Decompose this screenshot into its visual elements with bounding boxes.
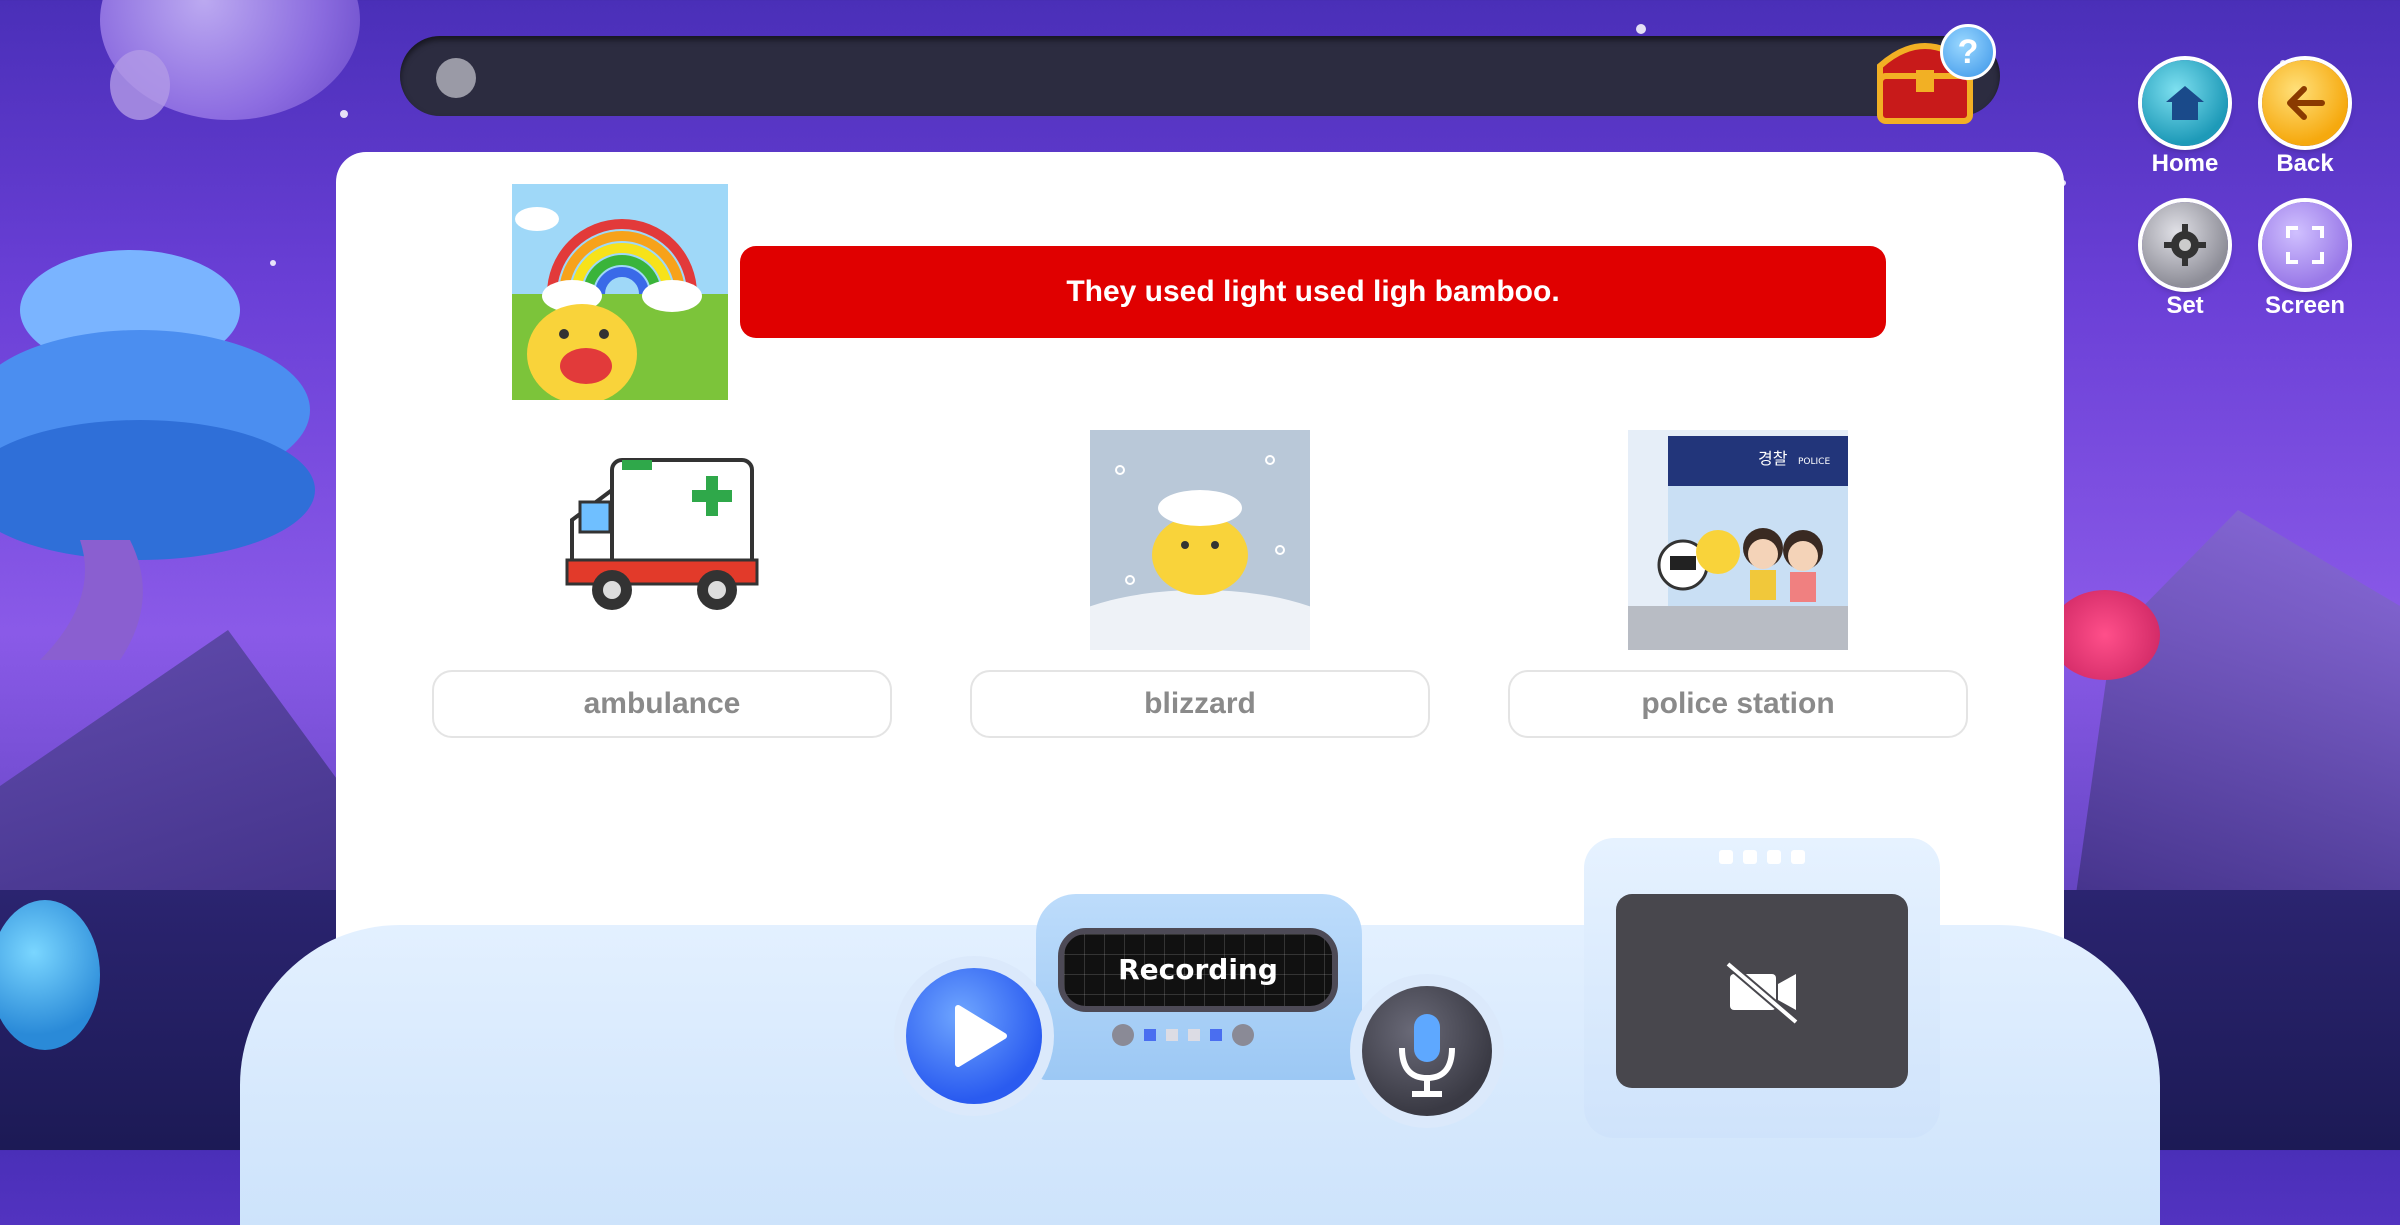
settings-button[interactable]: Set — [2140, 202, 2230, 320]
settings-label: Set — [2166, 292, 2204, 319]
option-blizzard[interactable]: blizzard — [970, 430, 1430, 738]
question-image — [512, 184, 728, 400]
fullscreen-label: Screen — [2264, 292, 2346, 319]
microphone-icon — [1399, 1014, 1455, 1097]
pager-knob-left — [1112, 1024, 1134, 1046]
plant-decoration — [2050, 590, 2160, 680]
option-ambulance[interactable]: ambulance — [432, 430, 892, 738]
pager-step — [1210, 1029, 1222, 1041]
progress-bar — [400, 36, 2000, 116]
pager-step — [1144, 1029, 1156, 1041]
home-button[interactable]: Home — [2140, 60, 2230, 178]
step-pager — [1112, 1024, 1254, 1046]
ambulance-image — [552, 430, 772, 650]
option-label[interactable]: blizzard — [970, 670, 1430, 738]
option-police-station[interactable]: 경찰 POLICE police station — [1508, 430, 1968, 738]
gear-icon — [2142, 202, 2228, 288]
play-button[interactable] — [906, 968, 1042, 1104]
option-label[interactable]: police station — [1508, 670, 1968, 738]
play-icon — [955, 1005, 1007, 1067]
back-label: Back — [2276, 150, 2334, 177]
back-arrow-icon — [2262, 60, 2348, 146]
mushroom-house-decoration — [0, 250, 315, 660]
star — [1636, 24, 1646, 34]
pager-knob-right — [1232, 1024, 1254, 1046]
sentence-banner: They used light used ligh bamboo. — [740, 246, 1886, 338]
moon-decoration — [110, 50, 170, 120]
camera-panel — [1584, 838, 1940, 1138]
pager-step — [1166, 1029, 1178, 1041]
police-sign-subtext: POLICE — [1798, 457, 1830, 467]
status-display: Recording — [1058, 928, 1338, 1012]
fullscreen-icon — [2262, 202, 2348, 288]
home-label: Home — [2151, 150, 2219, 177]
camera-off-icon — [1725, 960, 1799, 1026]
back-button[interactable]: Back — [2260, 60, 2350, 178]
home-icon — [2142, 60, 2228, 146]
camera-preview[interactable] — [1616, 894, 1908, 1088]
fullscreen-button[interactable]: Screen — [2260, 202, 2350, 320]
help-icon[interactable]: ? — [1940, 24, 1996, 80]
police-sign-text: 경찰 — [1758, 449, 1788, 468]
blizzard-image — [1090, 430, 1310, 650]
progress-indicator — [436, 58, 476, 98]
police-station-image: 경찰 POLICE — [1628, 430, 1848, 650]
star — [340, 110, 348, 118]
status-text: Recording — [1064, 934, 1332, 1006]
pager-step — [1188, 1029, 1200, 1041]
record-button[interactable] — [1362, 986, 1492, 1116]
camera-indicator-dots — [1719, 850, 1805, 864]
option-label[interactable]: ambulance — [432, 670, 892, 738]
